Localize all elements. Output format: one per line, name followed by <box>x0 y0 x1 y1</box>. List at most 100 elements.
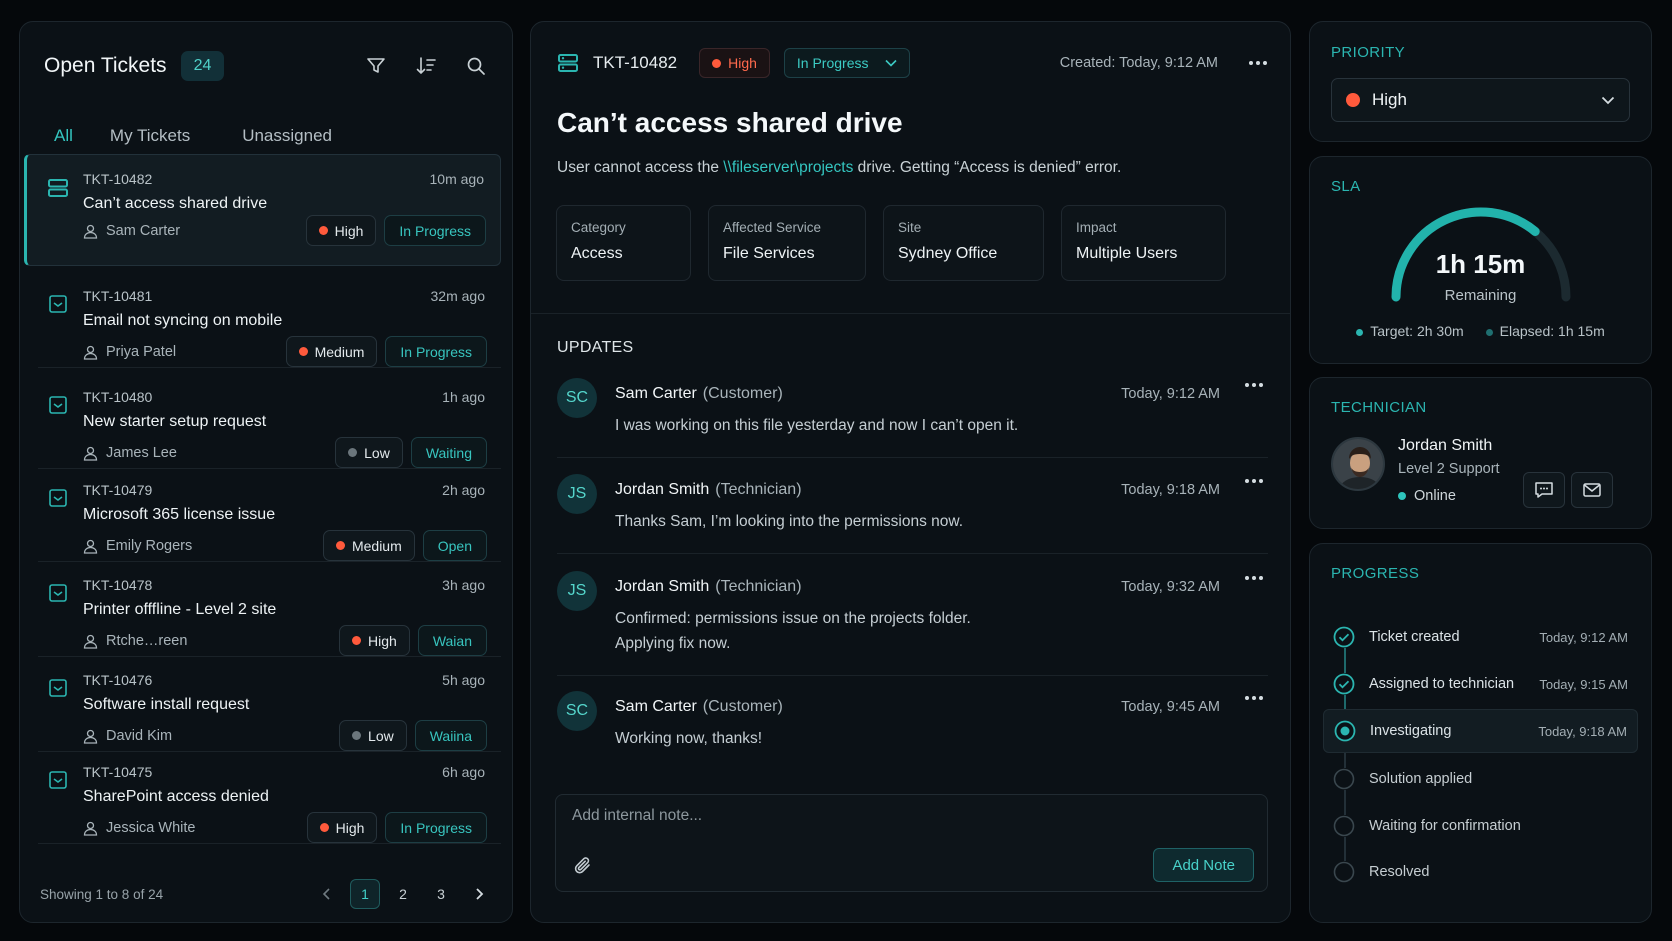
ticket-requester: James Lee <box>83 445 177 461</box>
ticket-badges: High Waian <box>339 625 487 656</box>
add-note-button[interactable]: Add Note <box>1153 848 1254 882</box>
chat-button[interactable] <box>1523 472 1565 508</box>
priority-select[interactable]: High <box>1331 78 1630 122</box>
pending-step-icon <box>1333 861 1355 883</box>
fact-label: Category <box>571 220 626 235</box>
server-icon <box>47 177 69 199</box>
requester-name: David Kim <box>106 728 173 744</box>
internal-note-input[interactable] <box>572 807 1072 825</box>
ticket-time: 10m ago <box>429 171 484 187</box>
chat-icon <box>1534 481 1554 499</box>
ticket-requester: Jessica White <box>83 820 195 836</box>
priority-dot <box>352 731 362 740</box>
page-1-button[interactable]: 1 <box>350 879 380 909</box>
update-time: Today, 9:45 AM <box>1121 699 1220 715</box>
more-options-icon[interactable] <box>1244 478 1268 502</box>
update-message-line: Thanks Sam, I’m looking into the permiss… <box>615 513 964 530</box>
ticket-id: TKT-10481 <box>83 288 153 304</box>
divider <box>531 313 1290 314</box>
progress-step-time: Today, 9:12 AM <box>1539 629 1628 645</box>
update-author: Sam Carter (Customer) <box>615 385 783 403</box>
fact-site: Site Sydney Office <box>883 205 1044 281</box>
more-options-icon[interactable] <box>1244 575 1268 599</box>
fact-affected-service: Affected Service File Services <box>708 205 866 281</box>
ticket-time: 2h ago <box>442 482 485 498</box>
ticket-requester: Sam Carter <box>83 223 180 239</box>
priority-badge: Medium <box>322 530 415 561</box>
pagination-summary: Showing 1 to 8 of 24 <box>40 886 164 902</box>
status-dropdown-label: In Progress <box>796 55 869 71</box>
priority-badge: Low <box>335 437 403 468</box>
update-time: Today, 9:18 AM <box>1121 482 1220 498</box>
update-message: Confirmed: permissions issue on the proj… <box>615 606 971 656</box>
ticket-badges: Low Waiina <box>339 720 487 751</box>
ticket-detail-topbar: TKT-10482 High In Progress Created: Toda… <box>557 46 1268 80</box>
technician-avatar <box>1331 437 1385 491</box>
progress-step: Waiting for confirmation <box>1323 804 1638 848</box>
ticket-requester: Emily Rogers <box>83 538 192 554</box>
ticket-list-header: Open Tickets 24 <box>44 46 488 86</box>
priority-label: High <box>368 632 397 649</box>
updates-heading: UPDATES <box>557 339 634 356</box>
sla-target: Target: 2h 30m <box>1356 323 1464 339</box>
user-icon <box>83 821 98 836</box>
progress-panel: PROGRESS Ticket created Today, 9:12 AM Ass… <box>1309 543 1652 923</box>
priority-badge: High <box>699 48 770 78</box>
user-icon <box>83 446 98 461</box>
page-2-button[interactable]: 2 <box>388 879 418 909</box>
email-button[interactable] <box>1571 472 1613 508</box>
description-text-start: User cannot access the <box>557 159 724 176</box>
ticket-server-icon <box>557 52 579 74</box>
requester-name: James Lee <box>106 445 177 461</box>
ticket-facts: Category Access Affected Service File Se… <box>556 205 1226 281</box>
ticket-badges: Low Waiting <box>335 437 487 468</box>
technician-status-text: Online <box>1414 488 1456 504</box>
fact-category: Category Access <box>556 205 691 281</box>
ticket-time: 6h ago <box>442 764 485 780</box>
author-name: Sam Carter <box>615 385 697 402</box>
ticket-row[interactable]: TKT-10476 5h ago Software install request D… <box>38 656 501 752</box>
paperclip-icon[interactable] <box>572 855 594 877</box>
priority-dot <box>319 823 329 832</box>
ticket-row[interactable]: TKT-10479 2h ago Microsoft 365 license iss… <box>38 466 501 562</box>
prev-page-icon[interactable] <box>312 879 342 909</box>
progress-step-label: Ticket created <box>1369 629 1460 645</box>
next-page-icon[interactable] <box>464 879 494 909</box>
ticket-time: 32m ago <box>430 288 485 304</box>
ticket-icon <box>48 488 70 510</box>
ticket-row[interactable]: TKT-10481 32m ago Email not syncing on mob… <box>38 272 501 368</box>
ticket-title: Can’t access shared drive <box>83 195 268 212</box>
sort-icon[interactable] <box>414 54 438 78</box>
sla-target-text: Target: 2h 30m <box>1370 323 1464 339</box>
ticket-badges: High In Progress <box>306 812 487 843</box>
pagination: 1 2 3 <box>312 879 494 909</box>
filter-icon[interactable] <box>364 54 388 78</box>
tab-all[interactable]: All <box>39 104 88 158</box>
ticket-row[interactable]: TKT-10482 10m ago Can’t access shared driv… <box>24 154 501 266</box>
fact-impact: Impact Multiple Users <box>1061 205 1226 281</box>
status-dropdown[interactable]: In Progress <box>783 48 910 78</box>
ticket-row[interactable]: TKT-10480 1h ago New starter setup request… <box>38 373 501 469</box>
sla-elapsed: Elapsed: 1h 15m <box>1485 323 1605 339</box>
tab-unassigned[interactable]: Unassigned <box>242 104 332 157</box>
update-author: Sam Carter (Customer) <box>615 698 783 716</box>
author-role: (Customer) <box>702 698 783 715</box>
page-3-button[interactable]: 3 <box>426 879 456 909</box>
created-timestamp: Created: Today, 9:12 AM <box>1059 55 1218 71</box>
ticket-row[interactable]: TKT-10478 3h ago Printer offfline - Level … <box>38 561 501 657</box>
priority-dot <box>352 636 362 645</box>
more-options-icon[interactable] <box>1244 695 1268 719</box>
ticket-row[interactable]: TKT-10475 6h ago SharePoint access denied J… <box>38 748 501 844</box>
priority-badge: High <box>339 625 410 656</box>
priority-badge: High <box>305 215 377 246</box>
search-icon[interactable] <box>464 54 488 78</box>
technician-heading: TECHNICIAN <box>1331 399 1427 416</box>
tab-my-tickets[interactable]: My Tickets <box>110 104 190 157</box>
author-name: Jordan Smith <box>615 578 710 595</box>
ticket-time: 3h ago <box>442 577 485 593</box>
more-options-icon[interactable] <box>1248 60 1268 66</box>
more-options-icon[interactable] <box>1244 382 1268 406</box>
internal-note-box: Add Note <box>555 794 1268 892</box>
chevron-down-icon <box>1601 96 1615 105</box>
fileserver-path-link[interactable]: \\fileserver\projects <box>723 159 853 176</box>
